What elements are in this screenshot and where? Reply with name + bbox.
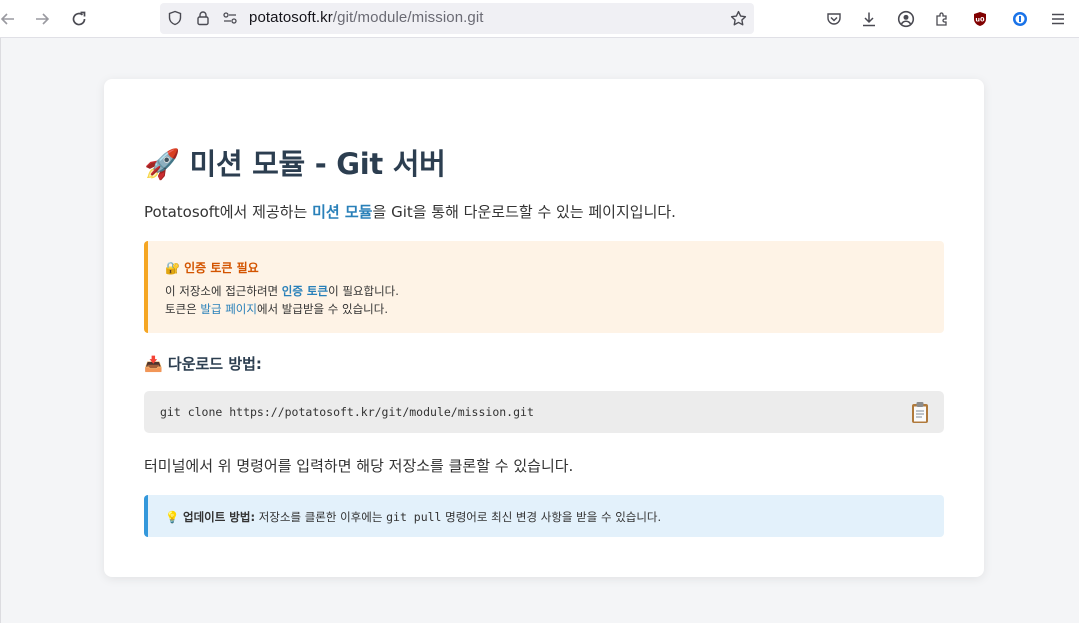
update-tip-text: 💡 업데이트 방법: 저장소를 클론한 이후에는 git pull 명령어로 최…	[165, 509, 661, 525]
auth-line1-after: 이 필요합니다.	[328, 284, 399, 298]
update-tip: 💡 업데이트 방법: 저장소를 클론한 이후에는 git pull 명령어로 최…	[144, 495, 944, 537]
menu-icon[interactable]	[1047, 8, 1069, 30]
site-permissions-icon[interactable]	[221, 9, 239, 27]
lightbulb-icon: 💡	[165, 510, 183, 524]
clone-command-block: git clone https://potatosoft.kr/git/modu…	[144, 391, 944, 433]
url-domain: potatosoft.kr	[249, 9, 333, 26]
auth-token-notice: 🔐 인증 토큰 필요 이 저장소에 접근하려면 인증 토큰이 필요합니다. 토큰…	[144, 241, 944, 333]
content-card: 🚀 미션 모듈 - Git 서버 Potatosoft에서 제공하는 미션 모듈…	[104, 79, 984, 577]
clipboard-icon[interactable]	[908, 400, 932, 424]
auth-line2-before: 토큰은	[165, 302, 201, 316]
browser-toolbar: potatosoft.kr/git/module/mission.git u0	[0, 0, 1079, 38]
svg-text:u0: u0	[975, 16, 985, 24]
intro-text: Potatosoft에서 제공하는 미션 모듈을 Git을 통해 다운로드할 수…	[144, 201, 676, 222]
intro-before: Potatosoft에서 제공하는	[144, 203, 313, 221]
extensions-icon[interactable]	[931, 8, 953, 30]
pocket-icon[interactable]	[823, 8, 845, 30]
ublock-origin-icon[interactable]: u0	[969, 8, 991, 30]
url-bar[interactable]: potatosoft.kr/git/module/mission.git	[160, 3, 754, 34]
update-label: 업데이트 방법:	[182, 510, 256, 524]
clone-command[interactable]: git clone https://potatosoft.kr/git/modu…	[160, 405, 534, 419]
auth-line1-bold: 인증 토큰	[281, 284, 329, 298]
auth-notice-title: 🔐 인증 토큰 필요	[165, 261, 259, 275]
intro-highlight: 미션 모듈	[312, 203, 373, 221]
shield-icon[interactable]	[166, 9, 184, 27]
update-text-after: 명령어로 최신 변경 사항을 받을 수 있습니다.	[441, 510, 662, 524]
update-text-before: 저장소를 클론한 이후에는	[255, 510, 387, 524]
url-text[interactable]: potatosoft.kr/git/module/mission.git	[249, 9, 484, 26]
download-heading: 📥 다운로드 방법:	[144, 355, 262, 373]
auth-notice-line-1: 이 저장소에 접근하려면 인증 토큰이 필요합니다.	[165, 283, 399, 299]
account-icon[interactable]	[895, 8, 917, 30]
page-title: 🚀 미션 모듈 - Git 서버	[144, 147, 446, 181]
auth-line2-after: 에서 발급받을 수 있습니다.	[256, 302, 388, 316]
clone-instructions: 터미널에서 위 명령어를 입력하면 해당 저장소를 클론할 수 있습니다.	[144, 457, 574, 475]
token-issue-link[interactable]: 발급 페이지	[200, 302, 257, 316]
bookmark-star-icon[interactable]	[729, 9, 747, 27]
back-icon[interactable]	[0, 7, 20, 31]
url-path: /git/module/mission.git	[332, 9, 484, 26]
reload-icon[interactable]	[67, 7, 91, 31]
downloads-icon[interactable]	[858, 8, 880, 30]
auth-line1-before: 이 저장소에 접근하려면	[165, 284, 282, 298]
intro-after: 을 Git을 통해 다운로드할 수 있는 페이지입니다.	[372, 203, 676, 221]
forward-icon[interactable]	[30, 7, 54, 31]
auth-notice-line-2: 토큰은 발급 페이지에서 발급받을 수 있습니다.	[165, 301, 388, 317]
password-manager-icon[interactable]	[1009, 8, 1031, 30]
lock-icon[interactable]	[194, 9, 212, 27]
update-command: git pull	[386, 510, 442, 524]
page-viewport: 🚀 미션 모듈 - Git 서버 Potatosoft에서 제공하는 미션 모듈…	[0, 38, 1079, 623]
